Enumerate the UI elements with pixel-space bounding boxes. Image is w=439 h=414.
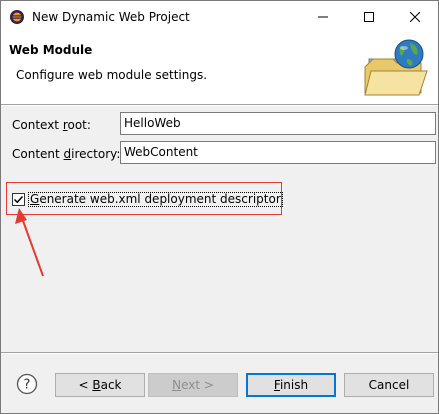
svg-text:?: ? bbox=[24, 378, 31, 393]
content-directory-label: Content directory: bbox=[12, 147, 120, 161]
generate-web-xml-checkbox[interactable] bbox=[12, 193, 25, 206]
back-button[interactable]: < Back bbox=[55, 373, 145, 397]
context-root-label-text-end: oot: bbox=[67, 118, 91, 132]
finish-button[interactable]: Finish bbox=[246, 373, 336, 397]
window-title: New Dynamic Web Project bbox=[32, 10, 190, 24]
close-button[interactable] bbox=[392, 1, 438, 32]
maximize-button[interactable] bbox=[346, 1, 392, 32]
content-directory-label-text-end: irectory: bbox=[71, 147, 121, 161]
page-title: Web Module bbox=[9, 43, 93, 57]
web-project-folder-globe-icon bbox=[364, 39, 428, 96]
wizard-header: Web Module Configure web module settings… bbox=[1, 32, 438, 104]
generate-web-xml-label[interactable]: Generate web.xml deployment descriptor bbox=[28, 192, 283, 207]
generate-label-text: enerate web.xml deployment descriptor bbox=[39, 192, 281, 206]
title-bar[interactable]: New Dynamic Web Project bbox=[1, 1, 438, 32]
annotation-arrow bbox=[15, 208, 44, 277]
content-directory-input[interactable]: WebContent bbox=[120, 141, 436, 164]
context-root-label: Context root: bbox=[12, 118, 91, 132]
context-root-label-text: Context bbox=[12, 118, 63, 132]
help-icon[interactable]: ? bbox=[16, 373, 38, 395]
header-separator bbox=[1, 104, 438, 106]
finish-button-text: inish bbox=[279, 378, 309, 392]
back-button-prefix: < bbox=[78, 378, 93, 392]
close-icon bbox=[410, 11, 420, 22]
checkmark-icon bbox=[13, 195, 24, 204]
next-button-text: ext > bbox=[181, 378, 214, 392]
button-bar-separator bbox=[1, 352, 438, 354]
dialog-window: New Dynamic Web Project Web Module Confi… bbox=[0, 0, 439, 414]
generate-label-mnemonic: G bbox=[30, 192, 40, 206]
back-button-text: ack bbox=[100, 378, 122, 392]
maximize-icon bbox=[364, 11, 374, 22]
minimize-icon bbox=[318, 16, 328, 17]
cancel-button[interactable]: Cancel bbox=[344, 373, 434, 397]
minimize-button[interactable] bbox=[300, 1, 346, 32]
next-button-mnemonic: N bbox=[172, 378, 182, 392]
page-description: Configure web module settings. bbox=[16, 68, 208, 82]
back-button-mnemonic: B bbox=[92, 378, 101, 392]
context-root-input[interactable]: HelloWeb bbox=[120, 112, 436, 135]
next-button[interactable]: Next > bbox=[148, 373, 238, 397]
content-directory-label-text: Content bbox=[12, 147, 64, 161]
eclipse-icon bbox=[10, 10, 24, 24]
